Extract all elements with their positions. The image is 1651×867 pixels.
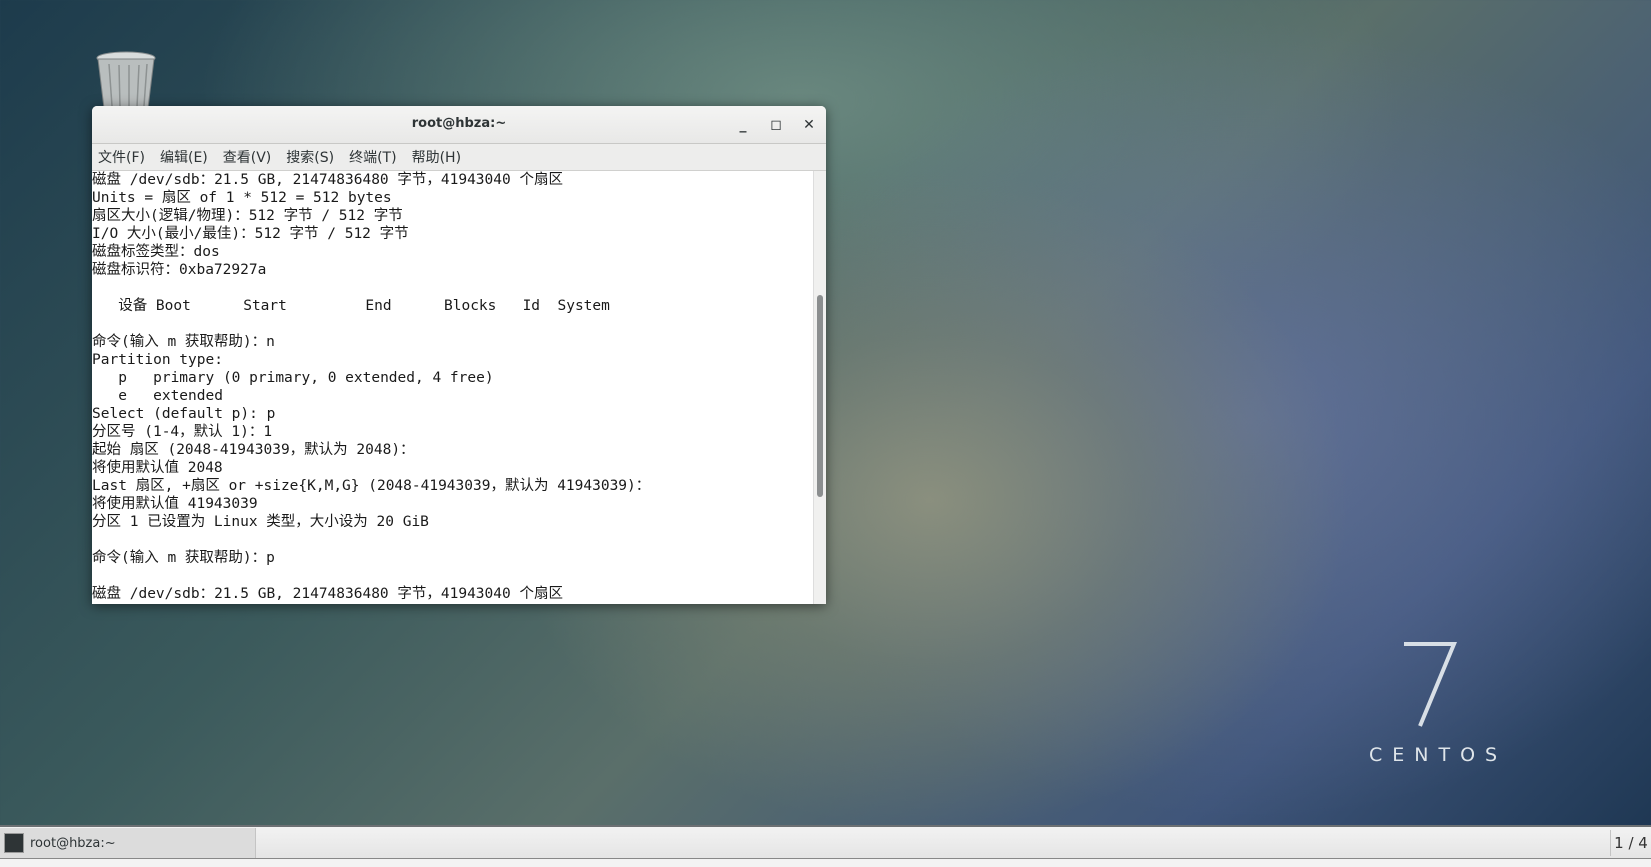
terminal-line: 磁盘 /dev/sdb：21.5 GB, 21474836480 字节，4194… [92, 172, 563, 188]
scrollbar[interactable] [813, 171, 826, 604]
terminal-line: 命令(输入 m 获取帮助)：p [92, 550, 275, 566]
window-title: root@hbza:~ [411, 116, 507, 131]
menu-view[interactable]: 查看(V) [223, 147, 272, 167]
menu-file[interactable]: 文件(F) [98, 147, 145, 167]
terminal-line: 分区 1 已设置为 Linux 类型，大小设为 20 GiB [92, 514, 429, 530]
terminal-line: Units = 扇区 of 1 * 512 = 512 bytes [92, 190, 392, 206]
terminal-line: 磁盘标识符：0xba72927a [92, 262, 267, 278]
trash-icon[interactable] [95, 50, 157, 108]
centos-logo [1400, 640, 1460, 734]
terminal-line: Partition type: [92, 352, 223, 368]
minimize-button[interactable]: _ [732, 114, 754, 136]
title-bar[interactable]: root@hbza:~ _ ◻ ✕ [92, 106, 826, 144]
terminal-line: 将使用默认值 2048 [92, 460, 223, 476]
terminal-output[interactable]: 磁盘 /dev/sdb：21.5 GB, 21474836480 字节，4194… [92, 171, 814, 604]
maximize-button[interactable]: ◻ [765, 114, 787, 136]
terminal-line: 设备 Boot Start End Blocks Id System [92, 298, 610, 314]
terminal-line: I/O 大小(最小/最佳)：512 字节 / 512 字节 [92, 226, 409, 242]
menu-search[interactable]: 搜索(S) [286, 147, 334, 167]
terminal-line: 起始 扇区 (2048-41943039，默认为 2048)： [92, 442, 415, 458]
minimize-icon: _ [739, 117, 747, 133]
close-icon: ✕ [803, 117, 815, 133]
taskbar: root@hbza:~ 1 / 4 [0, 825, 1651, 860]
close-button[interactable]: ✕ [798, 114, 820, 136]
terminal-line: p primary (0 primary, 0 extended, 4 free… [92, 370, 494, 386]
workspace-indicator[interactable]: 1 / 4 [1610, 830, 1651, 856]
centos-logo-text: CENTOS [1369, 744, 1508, 766]
scrollbar-thumb[interactable] [817, 295, 823, 497]
terminal-line: 分区号 (1-4，默认 1)：1 [92, 424, 273, 440]
menu-help[interactable]: 帮助(H) [412, 147, 461, 167]
terminal-line: 扇区大小(逻辑/物理)：512 字节 / 512 字节 [92, 208, 403, 224]
menu-terminal[interactable]: 终端(T) [349, 147, 396, 167]
terminal-line: 命令(输入 m 获取帮助)：n [92, 334, 275, 350]
menu-bar: 文件(F) 编辑(E) 查看(V) 搜索(S) 终端(T) 帮助(H) [92, 144, 826, 171]
terminal-line: Select (default p): p [92, 406, 276, 422]
taskbar-item-label: root@hbza:~ [30, 835, 116, 851]
terminal-icon [4, 833, 24, 853]
taskbar-item-terminal[interactable]: root@hbza:~ [0, 828, 256, 858]
terminal-line: e extended [92, 388, 223, 404]
terminal-line: 磁盘 /dev/sdb：21.5 GB, 21474836480 字节，4194… [92, 586, 563, 602]
terminal-window[interactable]: root@hbza:~ _ ◻ ✕ 文件(F) 编辑(E) 查看(V) 搜索(S… [92, 106, 826, 604]
terminal-line: Last 扇区, +扇区 or +size{K,M,G} (2048-41943… [92, 478, 651, 494]
terminal-line: 将使用默认值 41943039 [92, 496, 258, 512]
menu-edit[interactable]: 编辑(E) [160, 147, 208, 167]
terminal-line: 磁盘标签类型：dos [92, 244, 220, 260]
maximize-icon: ◻ [770, 117, 782, 133]
